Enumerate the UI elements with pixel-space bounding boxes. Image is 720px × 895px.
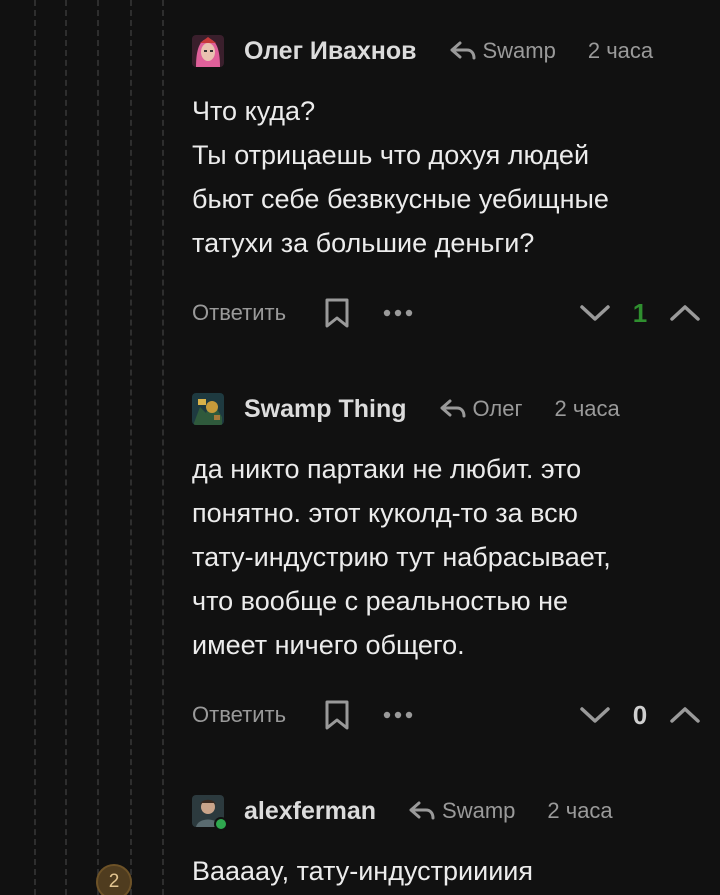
comment-text-line: да никто партаки не любит. это: [192, 454, 582, 484]
author-name[interactable]: Олег Ивахнов: [244, 37, 417, 66]
reply-button[interactable]: Ответить: [192, 702, 286, 728]
reply-to-link[interactable]: Swamp: [449, 38, 556, 64]
comment-text-line: бьют себе безвкусные уебищные: [192, 184, 609, 214]
comment-text-line: Вааааy, тату-индустриииия: [192, 856, 533, 886]
comment-header: Swamp Thing Олег 2 часа: [192, 391, 702, 427]
collapsed-replies-badge[interactable]: 2: [96, 864, 132, 895]
comment-header: alexferman Swamp 2 часа: [192, 793, 702, 831]
comment: Swamp Thing Олег 2 часа да никто партаки…: [192, 391, 702, 735]
vote-up-icon[interactable]: [668, 302, 702, 324]
comment-actions: Ответить 1: [192, 293, 702, 333]
more-options-icon[interactable]: [382, 307, 414, 319]
avatar-person-icon[interactable]: [192, 795, 228, 831]
comment-rating: 1: [632, 297, 648, 328]
vote-up-icon[interactable]: [668, 704, 702, 726]
reply-arrow-icon: [409, 801, 435, 820]
reply-to-link[interactable]: Swamp: [408, 798, 515, 824]
comment-text-line: что вообще с реальностью не: [192, 586, 569, 616]
comment-actions: Ответить 0: [192, 695, 702, 735]
bookmark-icon[interactable]: [322, 297, 352, 329]
thread-line: [162, 0, 164, 895]
comment-time: 2 часа: [554, 396, 620, 421]
reply-arrow-icon: [440, 399, 465, 418]
comment-text-line: Ты отрицаешь что дохуя людей: [192, 140, 590, 170]
thread-line: [97, 0, 99, 895]
vote-down-icon[interactable]: [578, 302, 612, 324]
reply-button[interactable]: Ответить: [192, 300, 286, 326]
comment-text-line: татухи за большие деньги?: [192, 228, 535, 258]
author-name[interactable]: Swamp Thing: [244, 395, 407, 424]
comment-text-line: имеет ничего общего.: [192, 630, 465, 660]
comment-text-line: Что куда?: [192, 96, 316, 126]
online-status-icon: [214, 817, 228, 831]
comment: Олег Ивахнов Swamp 2 часа Что куда? Ты о…: [192, 33, 702, 333]
comment-time: 2 часа: [547, 798, 613, 823]
vote-down-icon[interactable]: [578, 704, 612, 726]
comment: alexferman Swamp 2 часа Вааааy, тату-инд…: [192, 793, 702, 893]
comment-text: Вааааy, тату-индустриииия: [192, 849, 702, 893]
comment-time: 2 часа: [587, 38, 654, 63]
thread-line: [130, 0, 132, 895]
avatar-pink-hair-icon[interactable]: [192, 35, 224, 67]
author-name[interactable]: alexferman: [244, 797, 376, 826]
comment-rating: 0: [632, 699, 648, 730]
comment-text-line: тату-индустрию тут набрасывает,: [192, 542, 611, 572]
bookmark-icon[interactable]: [322, 699, 352, 731]
reply-to-name: Swamp: [442, 798, 516, 823]
thread-line: [65, 0, 67, 895]
reply-to-link[interactable]: Олег: [439, 396, 523, 422]
avatar-swamp-creature-icon[interactable]: [192, 393, 224, 425]
thread-line: [34, 0, 36, 895]
more-options-icon[interactable]: [382, 709, 414, 721]
comment-text-line: понятно. этот куколд-то за всю: [192, 498, 578, 528]
reply-arrow-icon: [450, 41, 475, 60]
comment-text: да никто партаки не любит. это понятно. …: [192, 447, 702, 667]
reply-to-name: Swamp: [482, 38, 556, 63]
reply-to-name: Олег: [472, 396, 523, 421]
comment-text: Что куда? Ты отрицаешь что дохуя людей б…: [192, 89, 702, 265]
comment-header: Олег Ивахнов Swamp 2 часа: [192, 33, 702, 69]
